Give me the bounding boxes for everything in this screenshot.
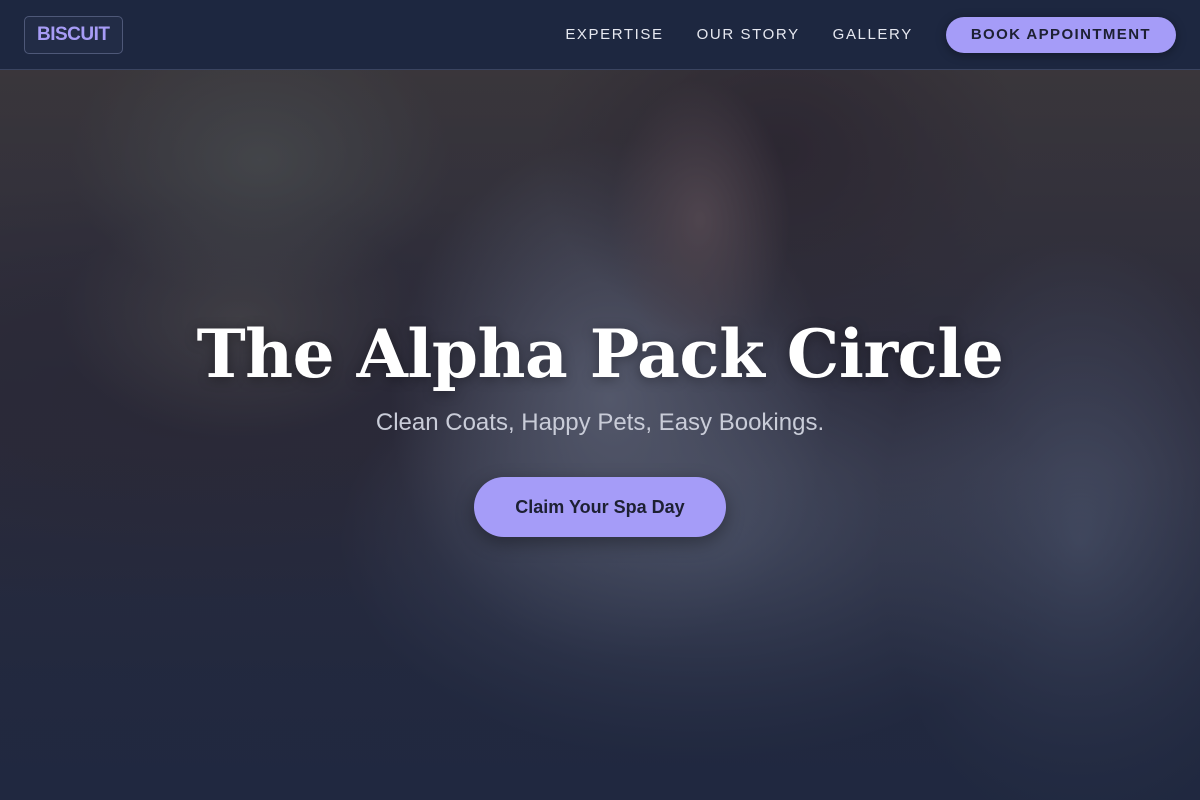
- hero-content: The Alpha Pack Circle Clean Coats, Happy…: [0, 70, 1200, 800]
- hero-title: The Alpha Pack Circle: [196, 315, 1004, 393]
- nav-links: EXPERTISE OUR STORY GALLERY BOOK APPOINT…: [565, 16, 1176, 53]
- brand-logo[interactable]: BISCUIT: [24, 15, 123, 54]
- book-appointment-button[interactable]: BOOK APPOINTMENT: [945, 16, 1176, 53]
- hero-section: The Alpha Pack Circle Clean Coats, Happy…: [0, 70, 1200, 800]
- nav-link-expertise[interactable]: EXPERTISE: [565, 26, 663, 43]
- top-nav-bar: BISCUIT EXPERTISE OUR STORY GALLERY BOOK…: [0, 0, 1200, 70]
- claim-spa-day-button[interactable]: Claim Your Spa Day: [474, 477, 726, 537]
- nav-link-gallery[interactable]: GALLERY: [833, 26, 913, 43]
- nav-link-our-story[interactable]: OUR STORY: [697, 26, 800, 43]
- hero-subtitle: Clean Coats, Happy Pets, Easy Bookings.: [375, 409, 825, 436]
